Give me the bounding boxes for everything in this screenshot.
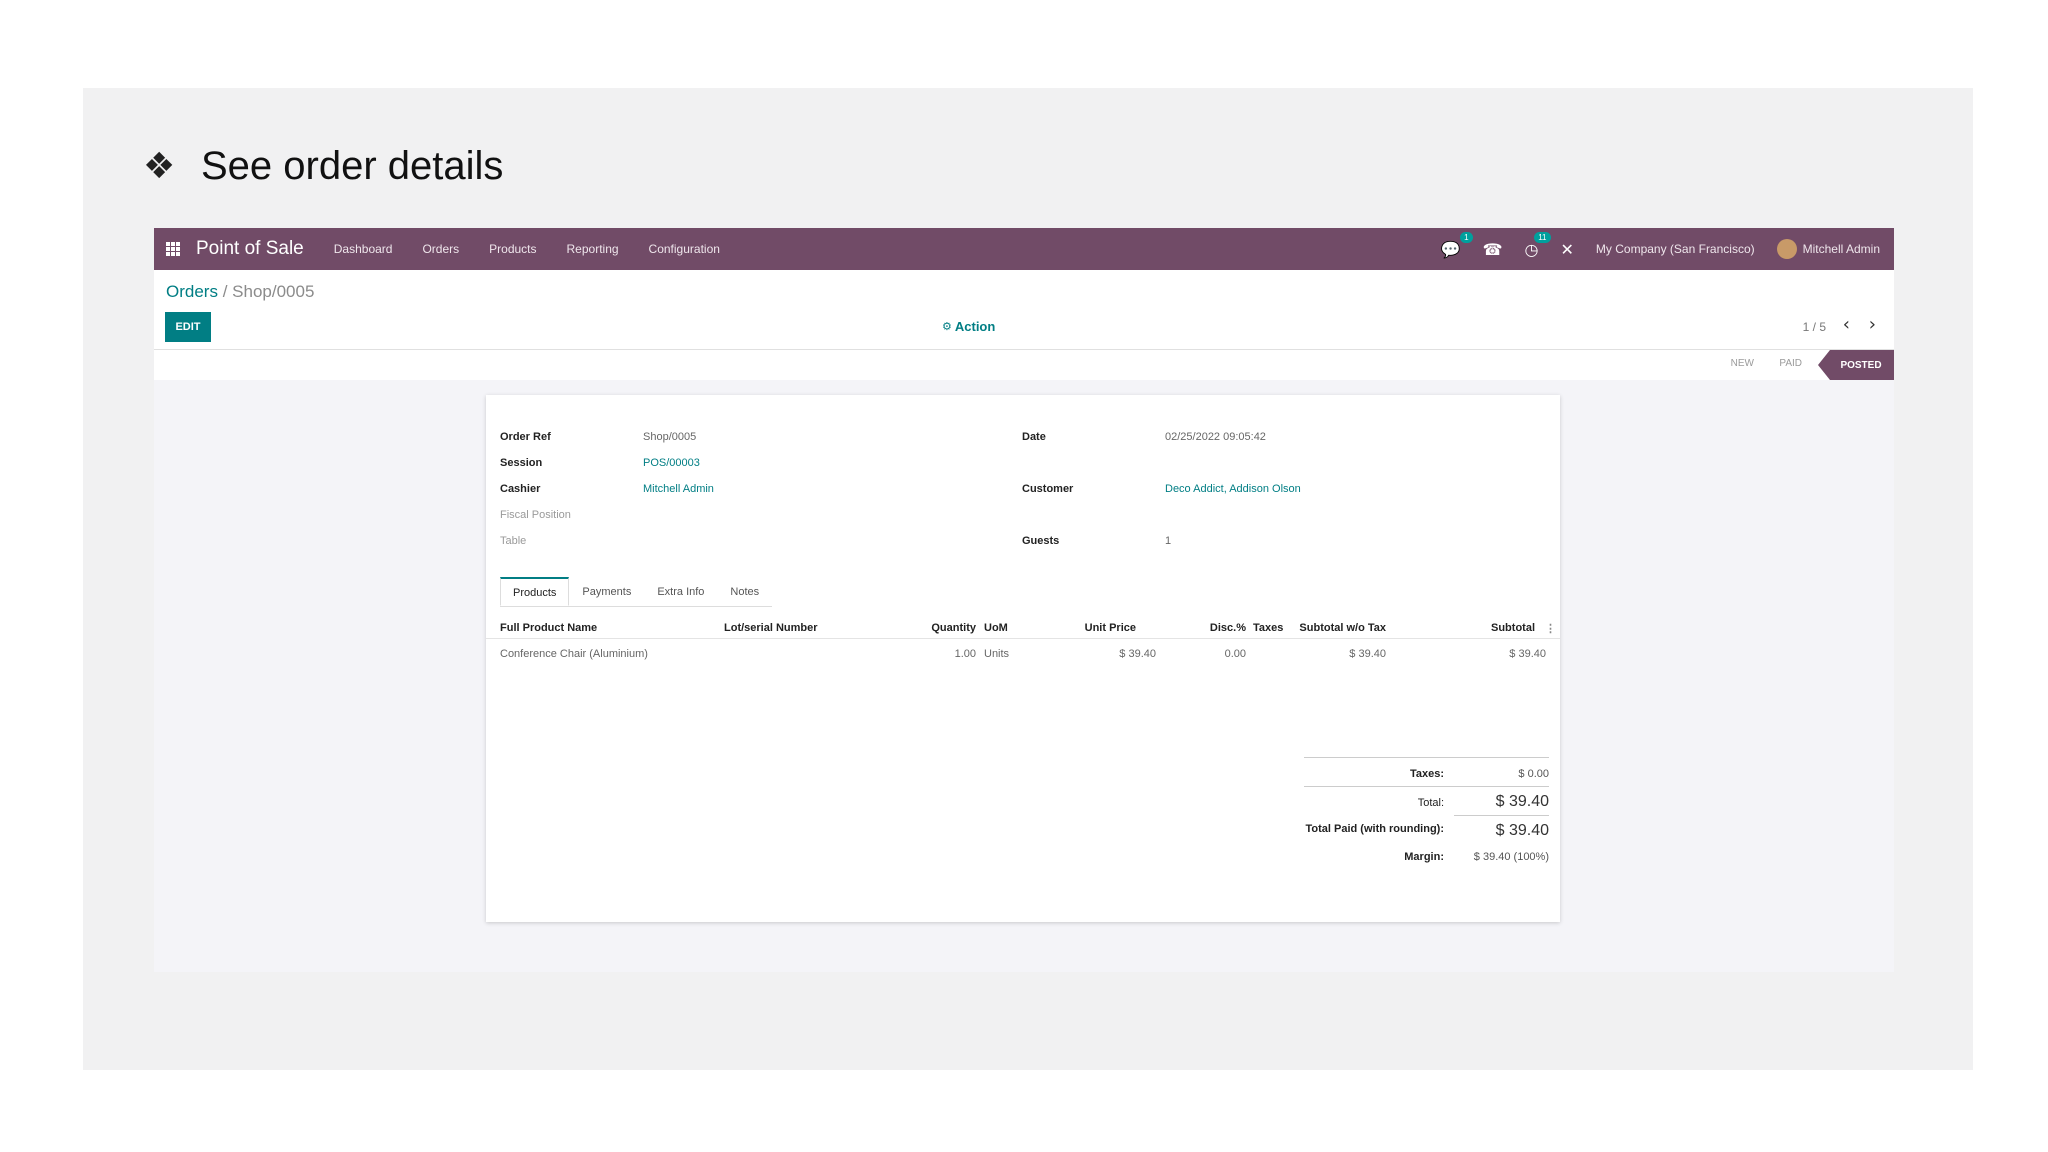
customer-link[interactable]: Deco Addict, Addison Olson: [1165, 483, 1301, 495]
table-label: Table: [500, 535, 527, 547]
tab-extra-info[interactable]: Extra Info: [644, 577, 717, 606]
tab-notes[interactable]: Notes: [717, 577, 772, 606]
cashier-label: Cashier: [500, 483, 541, 495]
col-uom[interactable]: UoM: [984, 622, 1008, 634]
cell-uom: Units: [984, 648, 1010, 660]
taxes-label: Taxes:: [1409, 768, 1444, 780]
taxes-value: $ 0.00: [1518, 768, 1549, 780]
total-value: $ 39.40: [1495, 793, 1549, 810]
col-quantity[interactable]: Quantity: [876, 622, 976, 634]
status-bar: NEW PAID POSTED: [154, 350, 1894, 380]
col-unit-price[interactable]: Unit Price: [1046, 622, 1136, 634]
customer-label: Customer: [1022, 483, 1074, 495]
breadcrumb-current: Shop/0005: [232, 282, 315, 301]
totals-top-divider: [1304, 757, 1549, 758]
fiscal-position-label: Fiscal Position: [500, 509, 571, 521]
totals-mid-divider: [1304, 786, 1549, 787]
tab-products[interactable]: Products: [500, 577, 570, 606]
col-lot-serial[interactable]: Lot/serial Number: [724, 622, 818, 634]
menu-products[interactable]: Products: [489, 242, 536, 256]
col-subtotal-wo-tax[interactable]: Subtotal w/o Tax: [1286, 622, 1386, 634]
notebook-tabs: Products Payments Extra Info Notes: [500, 577, 773, 607]
activity-badge: 11: [1534, 231, 1551, 243]
breadcrumb: Orders / Shop/0005: [166, 282, 314, 302]
cashier-link[interactable]: Mitchell Admin: [643, 483, 714, 495]
chat-badge: 1: [1460, 231, 1473, 243]
action-button[interactable]: ⚙ Action: [942, 319, 995, 334]
bullet-diamond-icon: ❖: [143, 146, 176, 187]
date-label: Date: [1022, 431, 1046, 443]
user-menu[interactable]: Mitchell Admin: [1776, 239, 1880, 259]
status-step-posted[interactable]: POSTED: [1818, 350, 1894, 380]
session-label: Session: [500, 457, 543, 469]
order-form-sheet: Order Ref Shop/0005 Session POS/00003 Ca…: [486, 395, 1560, 922]
cell-subtotal: $ 39.40: [1509, 648, 1546, 660]
column-settings-icon[interactable]: ⋮: [1545, 622, 1556, 635]
pager-previous-icon[interactable]: ‹: [1843, 314, 1850, 335]
col-discount[interactable]: Disc.%: [1166, 622, 1246, 634]
total-paid-label: Total Paid (with rounding):: [1305, 823, 1445, 835]
cell-unit-price: $ 39.40: [1119, 648, 1156, 660]
control-panel: Orders / Shop/0005 EDIT ⚙ Action 1 / 5 ‹…: [154, 270, 1894, 350]
cell-subtotal-wo-tax: $ 39.40: [1349, 648, 1386, 660]
margin-label: Margin:: [1404, 851, 1444, 863]
col-taxes[interactable]: Taxes: [1253, 622, 1283, 634]
total-underline: [1454, 815, 1549, 816]
menu-configuration[interactable]: Configuration: [649, 242, 720, 256]
margin-value: $ 39.40 (100%): [1473, 851, 1549, 863]
session-link[interactable]: POS/00003: [643, 457, 700, 469]
top-navbar: Point of Sale Dashboard Orders Products …: [154, 228, 1894, 270]
menu-orders[interactable]: Orders: [422, 242, 459, 256]
cell-discount: 0.00: [1224, 648, 1246, 660]
slide: ❖ See order details Point of Sale Dashbo…: [83, 88, 1973, 1070]
status-step-new[interactable]: NEW: [1731, 358, 1754, 369]
breadcrumb-separator: /: [222, 282, 228, 301]
col-subtotal[interactable]: Subtotal: [1426, 622, 1535, 634]
total-label: Total:: [1417, 797, 1444, 809]
apps-menu-icon[interactable]: [166, 242, 180, 256]
app-name[interactable]: Point of Sale: [196, 238, 304, 260]
pager-next-icon[interactable]: ›: [1869, 314, 1876, 335]
user-name: Mitchell Admin: [1802, 242, 1880, 256]
navbar-systray: 💬 1 ☎ ◷ 11 ✕ My Company (San Francisco) Mi…: [1441, 228, 1880, 270]
heading-text: See order details: [201, 144, 504, 188]
activity-clock-icon[interactable]: ◷ 11: [1525, 231, 1551, 259]
guests-value: 1: [1165, 535, 1172, 547]
status-step-paid[interactable]: PAID: [1779, 358, 1802, 369]
slide-heading: ❖ See order details: [143, 144, 503, 189]
gear-icon: ⚙: [942, 320, 952, 333]
edit-button[interactable]: EDIT: [165, 312, 211, 342]
date-value: 02/25/2022 09:05:42: [1165, 431, 1266, 443]
cell-product-name[interactable]: Conference Chair (Aluminium): [500, 648, 648, 660]
phone-icon[interactable]: ☎: [1483, 240, 1503, 259]
col-full-product-name[interactable]: Full Product Name: [500, 622, 597, 634]
odoo-window: Point of Sale Dashboard Orders Products …: [154, 228, 1894, 972]
breadcrumb-orders-link[interactable]: Orders: [166, 282, 218, 301]
close-tools-icon[interactable]: ✕: [1561, 240, 1574, 259]
total-paid-value: $ 39.40: [1495, 822, 1549, 839]
action-label: Action: [954, 319, 996, 334]
chat-icon[interactable]: 💬 1: [1441, 231, 1473, 259]
avatar: [1776, 239, 1797, 259]
tab-payments[interactable]: Payments: [569, 577, 644, 606]
order-ref-value: Shop/0005: [643, 431, 697, 443]
menu-reporting[interactable]: Reporting: [567, 242, 619, 256]
menu-dashboard[interactable]: Dashboard: [334, 242, 393, 256]
guests-label: Guests: [1022, 535, 1060, 547]
company-switcher[interactable]: My Company (San Francisco): [1596, 242, 1755, 256]
cell-quantity: 1.00: [954, 648, 976, 660]
order-ref-label: Order Ref: [500, 431, 551, 443]
table-header-divider: [486, 638, 1560, 639]
pager-value[interactable]: 1 / 5: [1803, 320, 1826, 334]
